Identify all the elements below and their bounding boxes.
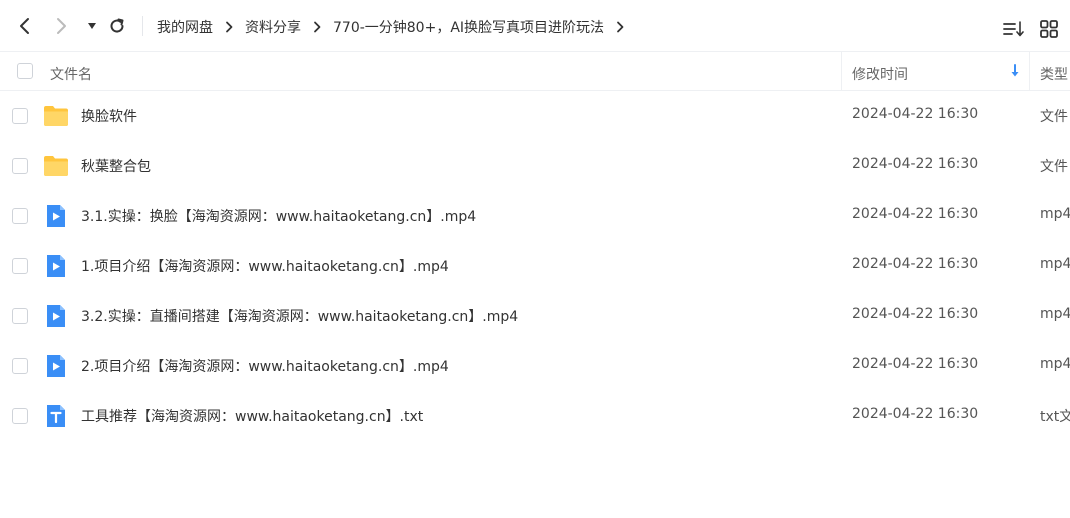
file-row[interactable]: 2.项目介绍【海淘资源网：www.haitaoketang.cn】.mp4 20… [0,341,1070,391]
chevron-left-icon [20,18,29,34]
back-button[interactable] [12,14,36,38]
file-name[interactable]: 3.1.实操：换脸【海淘资源网：www.haitaoketang.cn】.mp4 [81,206,476,226]
toolbar-divider [142,16,143,36]
file-modified-date: 2024-04-22 16:30 [852,106,979,122]
file-type: mp4 [1040,256,1070,272]
file-row[interactable]: 换脸软件 2024-04-22 16:30 文件 [0,91,1070,141]
breadcrumb: 我的网盘 资料分享 770-一分钟80+，AI换脸写真项目进阶玩法 [157,16,636,38]
caret-down-icon [88,23,96,29]
top-toolbar: 我的网盘 资料分享 770-一分钟80+，AI换脸写真项目进阶玩法 [0,0,1070,52]
row-checkbox[interactable] [12,108,28,124]
column-header-name[interactable]: 文件名 [50,64,92,84]
file-type: txt文 [1040,409,1070,425]
breadcrumb-item-root[interactable]: 我的网盘 [157,17,213,37]
sort-list-icon [1003,21,1024,37]
sort-desc-icon[interactable] [1010,64,1020,82]
refresh-button[interactable] [105,14,129,38]
folder-icon [44,156,68,176]
text-file-icon [47,405,65,427]
column-header-modified[interactable]: 修改时间 [852,64,908,84]
column-header-type[interactable]: 类型 [1040,64,1068,84]
file-list-header: 文件名 修改时间 类型 [0,52,1070,91]
file-name[interactable]: 2.项目介绍【海淘资源网：www.haitaoketang.cn】.mp4 [81,356,449,376]
breadcrumb-item-share[interactable]: 资料分享 [245,17,301,37]
row-checkbox[interactable] [12,358,28,374]
file-name[interactable]: 1.项目介绍【海淘资源网：www.haitaoketang.cn】.mp4 [81,256,449,276]
file-row[interactable]: 工具推荐【海淘资源网：www.haitaoketang.cn】.txt 2024… [0,391,1070,441]
column-divider [841,52,842,91]
file-type: 文件 [1040,109,1068,125]
file-type: mp4 [1040,356,1070,372]
forward-button[interactable] [50,14,74,38]
row-checkbox[interactable] [12,208,28,224]
row-checkbox[interactable] [12,258,28,274]
video-file-icon [47,255,65,277]
row-checkbox[interactable] [12,308,28,324]
file-row[interactable]: 3.2.实操：直播间搭建【海淘资源网：www.haitaoketang.cn】.… [0,291,1070,341]
file-name[interactable]: 换脸软件 [81,106,137,126]
chevron-right-icon [313,21,321,33]
file-row[interactable]: 3.1.实操：换脸【海淘资源网：www.haitaoketang.cn】.mp4… [0,191,1070,241]
file-name[interactable]: 3.2.实操：直播间搭建【海淘资源网：www.haitaoketang.cn】.… [81,306,518,326]
file-type: mp4 [1040,206,1070,222]
file-row[interactable]: 秋葉整合包 2024-04-22 16:30 文件 [0,141,1070,191]
grid-view-icon [1040,20,1058,38]
file-type: 文件 [1040,159,1068,175]
row-checkbox[interactable] [12,408,28,424]
file-modified-date: 2024-04-22 16:30 [852,406,979,422]
chevron-right-icon [57,18,66,34]
video-file-icon [47,355,65,377]
file-name[interactable]: 工具推荐【海淘资源网：www.haitaoketang.cn】.txt [81,406,423,426]
chevron-right-icon [616,21,624,33]
file-modified-date: 2024-04-22 16:30 [852,156,979,172]
breadcrumb-item-current[interactable]: 770-一分钟80+，AI换脸写真项目进阶玩法 [333,17,604,37]
grid-view-button[interactable] [1038,18,1060,40]
row-checkbox[interactable] [12,158,28,174]
select-all-checkbox[interactable] [17,63,33,79]
column-divider [1029,52,1030,91]
file-modified-date: 2024-04-22 16:30 [852,356,979,372]
folder-icon [44,106,68,126]
sort-order-button[interactable] [1003,18,1025,40]
file-row[interactable]: 1.项目介绍【海淘资源网：www.haitaoketang.cn】.mp4 20… [0,241,1070,291]
file-modified-date: 2024-04-22 16:30 [852,306,979,322]
video-file-icon [47,205,65,227]
file-modified-date: 2024-04-22 16:30 [852,256,979,272]
file-type: mp4 [1040,306,1070,322]
file-name[interactable]: 秋葉整合包 [81,156,151,176]
video-file-icon [47,305,65,327]
file-modified-date: 2024-04-22 16:30 [852,206,979,222]
refresh-icon [110,18,124,33]
history-dropdown-button[interactable] [80,14,104,38]
chevron-right-icon [225,21,233,33]
